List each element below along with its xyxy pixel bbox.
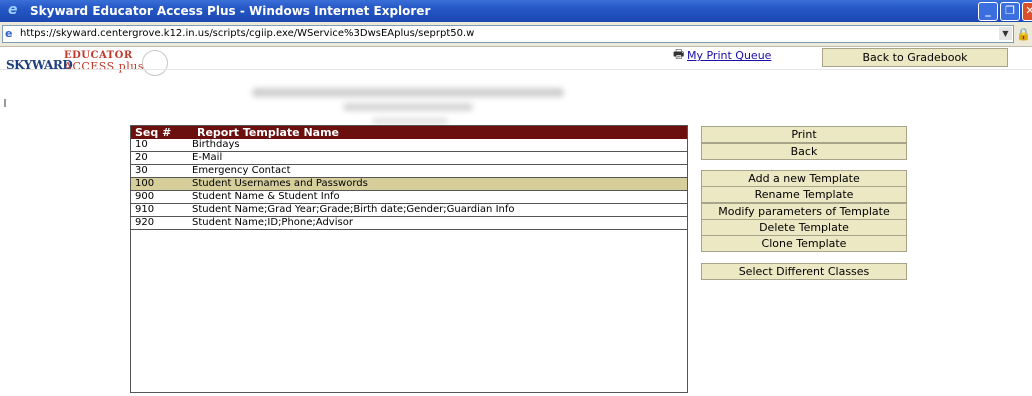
url-field[interactable]: e https://skyward.centergrove.k12.in.us/… [2,25,1014,43]
report-template-table: Seq # Report Template Name 10 Birthdays 2… [130,125,688,393]
address-bar: e https://skyward.centergrove.k12.in.us/… [0,22,1032,47]
name-cell: E-Mail [192,152,223,163]
add-template-button[interactable]: Add a new Template [701,170,907,187]
table-body: 10 Birthdays 20 E-Mail 30 Emergency Contact… [131,139,687,230]
rename-template-button[interactable]: Rename Template [701,186,907,203]
select-classes-button[interactable]: Select Different Classes [701,263,907,280]
window-title: Skyward Educator Access Plus - Windows I… [30,4,431,18]
seq-cell: 20 [135,152,148,163]
table-row[interactable]: 20 E-Mail [131,152,687,165]
table-row[interactable]: 920 Student Name;ID;Phone;Advisor [131,217,687,230]
name-cell: Student Name & Student Info [192,191,340,202]
name-cell: Student Usernames and Passwords [192,178,368,189]
left-marker [4,99,6,107]
column-header-name[interactable]: Report Template Name [197,126,339,139]
printer-icon[interactable]: 🖶 [673,47,684,61]
seq-cell: 910 [135,204,155,215]
chevron-down-icon[interactable]: ▼ [999,27,1012,40]
skyward-logo: SKYWARD EDUCATOR ACCESS plus [6,50,176,76]
my-print-queue-link[interactable]: My Print Queue [687,49,771,62]
internet-explorer-icon: e [8,2,18,18]
clone-template-button[interactable]: Clone Template [701,235,907,252]
seq-cell: 920 [135,217,155,228]
name-cell: Emergency Contact [192,165,291,176]
back-button[interactable]: Back [701,143,907,160]
window-title-bar: e Skyward Educator Access Plus - Windows… [0,0,1032,22]
page-icon: e [5,27,13,40]
close-button[interactable]: ✕ [1022,2,1032,21]
lock-icon[interactable]: 🔒 [1016,27,1031,41]
table-row[interactable]: 910 Student Name;Grad Year;Grade;Birth da… [131,204,687,217]
blurred-class-info [252,88,564,97]
minimize-button[interactable]: _ [978,2,998,21]
maximize-button[interactable]: ❐ [1000,2,1020,21]
column-header-seq[interactable]: Seq # [135,126,171,139]
delete-template-button[interactable]: Delete Template [701,219,907,236]
name-cell: Student Name;Grad Year;Grade;Birth date;… [192,204,515,215]
blurred-class-info [372,118,448,124]
back-to-gradebook-button[interactable]: Back to Gradebook [822,48,1008,67]
seq-cell: 10 [135,139,148,150]
seq-cell: 900 [135,191,155,202]
logo-access-plus: ACCESS plus [64,60,144,73]
url-text: https://skyward.centergrove.k12.in.us/sc… [20,28,475,39]
table-row[interactable]: 10 Birthdays [131,139,687,152]
seq-cell: 30 [135,165,148,176]
name-cell: Student Name;ID;Phone;Advisor [192,217,353,228]
table-row-selected[interactable]: 100 Student Usernames and Passwords [131,178,687,191]
table-row[interactable]: 900 Student Name & Student Info [131,191,687,204]
name-cell: Birthdays [192,139,240,150]
table-row[interactable]: 30 Emergency Contact [131,165,687,178]
page-content: SKYWARD EDUCATOR ACCESS plus 🖶 My Print … [0,47,1032,396]
table-header: Seq # Report Template Name [131,126,687,139]
print-button[interactable]: Print [701,126,907,143]
header-divider [0,69,1032,70]
apple-icon [142,50,168,76]
modify-parameters-button[interactable]: Modify parameters of Template [701,203,907,220]
seq-cell: 100 [135,178,155,189]
blurred-class-info [343,103,473,111]
